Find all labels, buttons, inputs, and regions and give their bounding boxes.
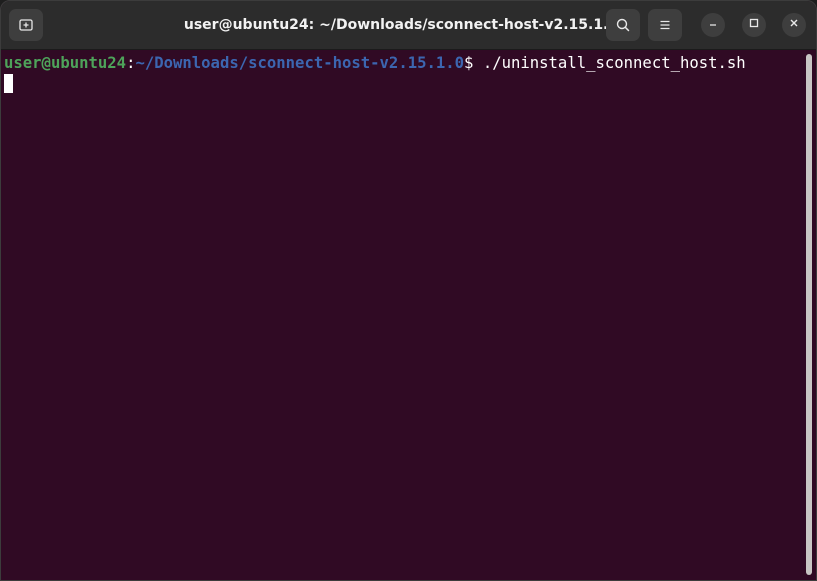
title-bar[interactable]: user@ubuntu24: ~/Downloads/sconnect-host… (1, 1, 816, 50)
maximize-icon (748, 16, 760, 34)
new-tab-icon (18, 17, 34, 33)
text-cursor (4, 74, 13, 93)
terminal-window: user@ubuntu24: ~/Downloads/sconnect-host… (0, 0, 817, 581)
terminal-output[interactable]: user@ubuntu24:~/Downloads/sconnect-host-… (1, 50, 816, 580)
close-icon (788, 16, 800, 34)
menu-button[interactable] (648, 9, 682, 41)
search-icon (615, 17, 631, 33)
minimize-icon (707, 16, 719, 34)
scrollbar[interactable] (806, 54, 812, 575)
search-button[interactable] (606, 9, 640, 41)
minimize-button[interactable] (701, 13, 725, 37)
command-line: user@ubuntu24:~/Downloads/sconnect-host-… (4, 53, 746, 73)
prompt-path: ~/Downloads/sconnect-host-v2.15.1.0 (135, 54, 465, 72)
close-button[interactable] (782, 13, 806, 37)
hamburger-menu-icon (657, 17, 673, 33)
window-title: user@ubuntu24: ~/Downloads/sconnect-host… (183, 17, 619, 33)
new-tab-button[interactable] (9, 9, 43, 41)
command-text: ./uninstall_sconnect_host.sh (473, 54, 746, 72)
maximize-button[interactable] (742, 13, 766, 37)
prompt-user: user@ubuntu24 (4, 54, 127, 72)
